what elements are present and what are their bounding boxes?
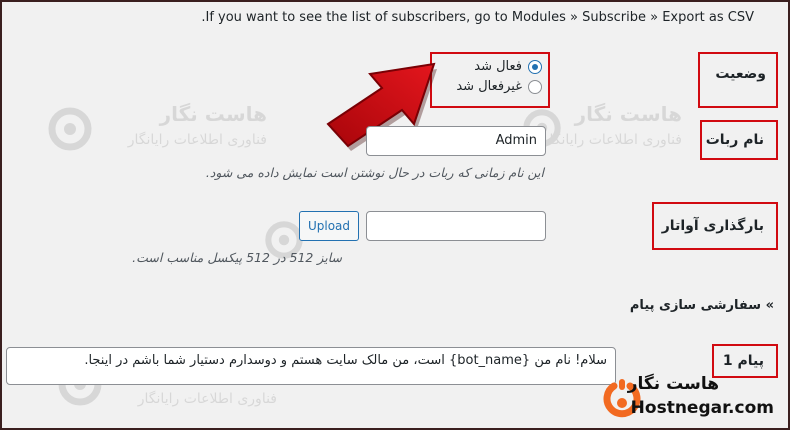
customize-message-toggle[interactable]: » سفارشی سازی پیام	[630, 298, 774, 313]
bot-name-description: این نام زمانی که ربات در حال نوشتن است ن…	[205, 165, 544, 180]
radio-inactive[interactable]	[528, 79, 542, 94]
bot-name-label: نام ربات	[705, 132, 764, 148]
status-option-inactive-label: غیرفعال شد	[456, 79, 522, 94]
radio-active[interactable]	[528, 59, 542, 74]
watermark-left: هاست نگار فناوری اطلاعات رایانگار	[47, 102, 317, 172]
status-option-active[interactable]: فعال شد	[474, 59, 542, 74]
subscribers-notice: .If you want to see the list of subscrib…	[201, 10, 754, 25]
avatar-url-input[interactable]	[366, 211, 546, 241]
status-label: وضعیت	[715, 66, 766, 82]
status-option-active-label: فعال شد	[474, 59, 522, 74]
message1-input[interactable]: سلام! نام من {bot_name} است، من مالک سای…	[6, 347, 616, 385]
status-option-inactive[interactable]: غیرفعال شد	[456, 79, 542, 94]
watermark-subtitle: فناوری اطلاعات رایانگار	[542, 132, 682, 148]
watermark-title: هاست نگار	[159, 102, 267, 126]
watermark-subtitle: فناوری اطلاعات رایانگار	[137, 391, 277, 407]
watermark-logo-icon	[48, 107, 92, 151]
bot-name-input[interactable]: Admin	[366, 126, 546, 156]
watermark-title: هاست نگار	[574, 102, 682, 126]
brand-name-en: Hostnegar.com	[630, 398, 774, 418]
hostnegar-logo: هاست نگار Hostnegar.com	[603, 374, 774, 424]
avatar-label: بارگذاری آواتار	[661, 218, 764, 234]
avatar-description: سایز 512 در 512 پیکسل مناسب است.	[132, 250, 342, 265]
message1-label: پیام 1	[722, 353, 764, 369]
brand-name-fa: هاست نگار	[627, 374, 719, 394]
upload-button[interactable]: Upload	[299, 211, 359, 241]
settings-panel: هاست نگار فناوری اطلاعات رایانگار هاست ن…	[0, 0, 790, 430]
watermark-subtitle: فناوری اطلاعات رایانگار	[127, 132, 267, 148]
watermark-right: هاست نگار فناوری اطلاعات رایانگار	[522, 102, 722, 172]
